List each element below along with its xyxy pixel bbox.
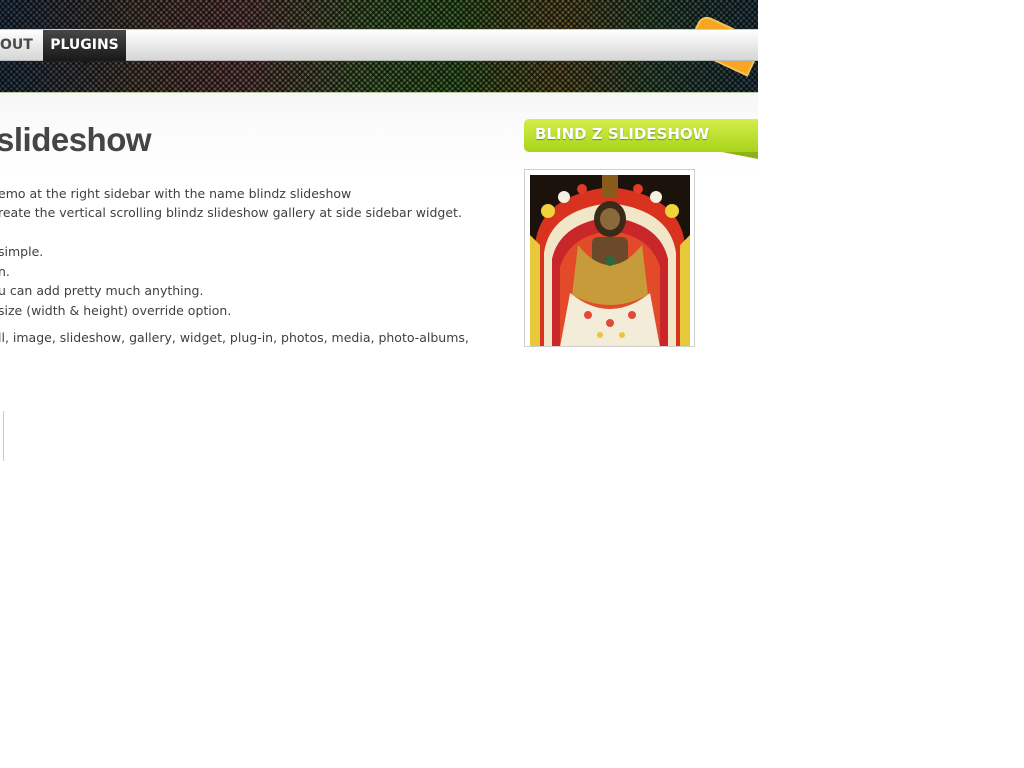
page-title: slideshow (0, 121, 152, 158)
website-viewport: OUT PLUGINS slideshow emo at the right s… (0, 0, 758, 347)
slideshow-frame[interactable] (524, 169, 695, 347)
content-line: reate the vertical scrolling blindz slid… (0, 205, 462, 220)
content-line: u can add pretty much anything. (0, 283, 204, 298)
content-line: emo at the right sidebar with the name b… (0, 186, 352, 201)
content-line: size (width & height) override option. (0, 303, 232, 318)
content-line: simple. (0, 244, 44, 259)
nav-item-plugins[interactable]: PLUGINS (43, 30, 126, 66)
nav-item-about[interactable]: OUT (0, 30, 42, 61)
content-line: n. (0, 264, 10, 279)
widget-ribbon-fold (722, 152, 758, 159)
sidebar-widget-header: BLIND Z SLIDESHOW (524, 119, 758, 152)
divider-line (3, 411, 4, 461)
tags-line: ll, image, slideshow, gallery, widget, p… (0, 330, 469, 345)
main-navigation: OUT PLUGINS (0, 29, 758, 66)
slideshow-image[interactable] (530, 175, 690, 347)
sidebar-widget-title: BLIND Z SLIDESHOW (535, 125, 710, 143)
